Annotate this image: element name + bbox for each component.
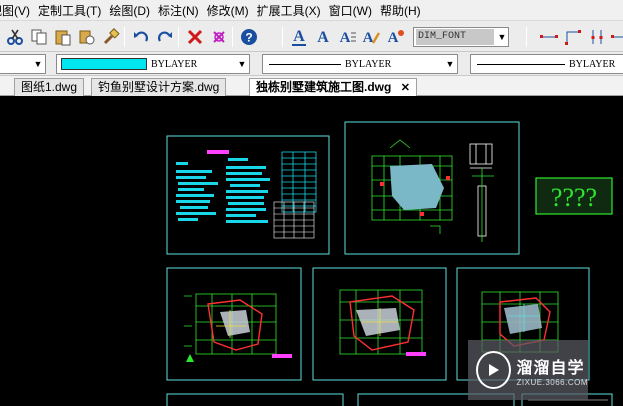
text-style-dropdown[interactable]: DIM_FONT ▼ [413,27,509,47]
text-style-manager-icon[interactable]: A [384,26,406,48]
missing-block-placeholder: ???? [535,177,613,215]
svg-text:A: A [340,30,351,46]
color-label: BYLAYER [151,58,198,70]
text-style-underline-icon[interactable]: A [288,26,310,48]
standard-toolbar: ? A A A A A DIM_FONT ▼ [0,20,623,52]
layer-dropdown[interactable]: ▼ [0,54,46,74]
play-logo-icon [476,351,511,389]
menu-bar: 视图(V) 定制工具(T) 绘图(D) 标注(N) 修改(M) 扩展工具(X) … [0,0,623,20]
document-tabs: 图纸1.dwg 钓鱼别墅设计方案.dwg 独栋别墅建筑施工图.dwg ✕ [0,76,623,97]
linetype-dropdown[interactable]: BYLAYER ▼ [262,54,458,74]
chevron-down-icon: ▼ [237,59,247,69]
color-dropdown[interactable]: BYLAYER ▼ [56,54,250,74]
menu-modify[interactable]: 修改(M) [203,2,253,19]
undo-icon[interactable] [130,26,152,48]
match-properties-icon[interactable] [100,26,122,48]
menu-view[interactable]: 视图(V) [0,2,34,19]
delete-icon[interactable] [184,26,206,48]
menu-dimension[interactable]: 标注(N) [154,2,203,19]
svg-text:A: A [293,28,305,45]
watermark-subtitle: ZIXUE.3066.COM [516,377,588,387]
tab-fishing-villa[interactable]: 钓鱼别墅设计方案.dwg [91,78,227,96]
sheet-site-plan [344,121,520,255]
tab-villa-construction[interactable]: 独栋别墅建筑施工图.dwg ✕ [249,78,417,97]
menu-extend-tools[interactable]: 扩展工具(X) [253,2,325,19]
linear-dimension-icon[interactable] [538,26,560,48]
svg-text:?: ? [245,31,252,45]
watermark: 溜溜自学 ZIXUE.3066.COM [468,340,588,400]
single-line-text-icon[interactable]: A [312,26,334,48]
sheet-floor-plan-2 [312,267,447,381]
redo-icon[interactable] [154,26,176,48]
menu-custom-tools[interactable]: 定制工具(T) [34,2,105,19]
cut-icon[interactable] [4,26,26,48]
chevron-down-icon: ▼ [445,59,455,69]
drawing-canvas[interactable]: ???? 溜溜自学 ZIXUE.3066.COM [0,96,623,406]
sheet-design-notes [166,135,330,255]
paste-icon[interactable] [52,26,74,48]
help-icon[interactable]: ? [238,26,260,48]
lineweight-dropdown[interactable]: BYLAYER [470,54,623,74]
erase-selection-icon[interactable] [208,26,230,48]
linetype-sample [269,63,341,65]
paste-special-icon[interactable] [76,26,98,48]
lineweight-label: BYLAYER [569,58,616,70]
menu-draw[interactable]: 绘图(D) [105,2,154,19]
menu-window[interactable]: 窗口(W) [325,2,376,19]
tab-label: 钓鱼别墅设计方案.dwg [98,80,220,94]
properties-toolbar: ▼ BYLAYER ▼ BYLAYER ▼ BYLAYER [0,52,623,76]
text-style-value: DIM_FONT [416,29,494,45]
svg-text:????: ???? [551,183,597,212]
ordinate-dimension-icon[interactable] [586,26,608,48]
multiline-text-icon[interactable]: A [336,26,358,48]
lineweight-sample [477,63,565,65]
tab-drawing1[interactable]: 图纸1.dwg [14,78,85,96]
color-swatch [61,58,147,70]
chevron-down-icon: ▼ [33,59,43,69]
menu-help[interactable]: 帮助(H) [376,2,425,19]
copy-icon[interactable] [28,26,50,48]
tab-label: 独栋别墅建筑施工图.dwg [256,80,392,94]
svg-text:A: A [388,30,399,46]
chevron-down-icon: ▼ [497,32,507,42]
edit-text-icon[interactable]: A [360,26,382,48]
tab-label: 图纸1.dwg [21,80,78,94]
close-icon[interactable]: ✕ [401,82,410,94]
radius-dimension-icon[interactable] [608,26,623,48]
sheet-floor-plan-1 [166,267,302,381]
linetype-label: BYLAYER [345,58,392,70]
svg-text:A: A [317,29,329,46]
aligned-dimension-icon[interactable] [562,26,584,48]
watermark-title: 溜溜自学 [516,359,585,377]
svg-text:A: A [363,30,374,46]
